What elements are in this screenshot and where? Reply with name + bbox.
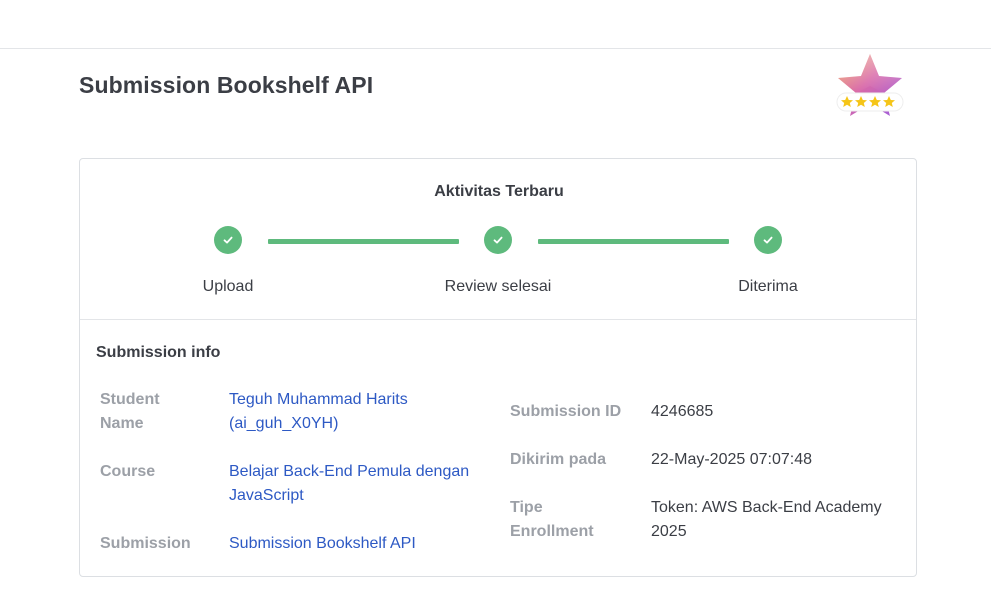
submission-label: Submission [100,535,191,552]
enrollment-type-label: Tipe Enrollment [510,499,594,540]
page-title: Submission Bookshelf API [79,72,374,98]
step-review-check-icon [484,226,512,254]
section-divider [80,319,916,320]
step-connector-1 [268,239,459,244]
step-accepted-check-icon [754,226,782,254]
submission-link[interactable]: Submission Bookshelf API [229,532,489,556]
submission-info-title: Submission info [96,344,221,361]
step-accepted-label: Diterima [738,278,798,295]
top-navigation-bar [0,0,991,49]
submission-id-value: 4246685 [651,403,714,420]
student-name-label: Student Name [100,391,160,432]
step-review-label: Review selesai [444,278,552,295]
step-upload-label: Upload [202,278,254,295]
course-link[interactable]: Belajar Back-End Pemula dengan JavaScrip… [229,460,489,508]
course-label: Course [100,463,156,480]
star-rating-badge-icon [834,52,906,122]
enrollment-type-value: Token: AWS Back-End Academy 2025 [651,499,882,540]
sent-date-value: 22-May-2025 07:07:48 [651,451,812,468]
submission-id-label: Submission ID [510,403,622,420]
step-connector-2 [538,239,729,244]
step-upload-check-icon [214,226,242,254]
submission-card: Aktivitas Terbaru Upload Review selesai … [79,158,917,577]
student-name-link[interactable]: Teguh Muhammad Harits (ai_guh_X0YH) [229,388,459,436]
activity-title: Aktivitas Terbaru [434,183,564,200]
sent-date-label: Dikirim pada [510,451,607,468]
